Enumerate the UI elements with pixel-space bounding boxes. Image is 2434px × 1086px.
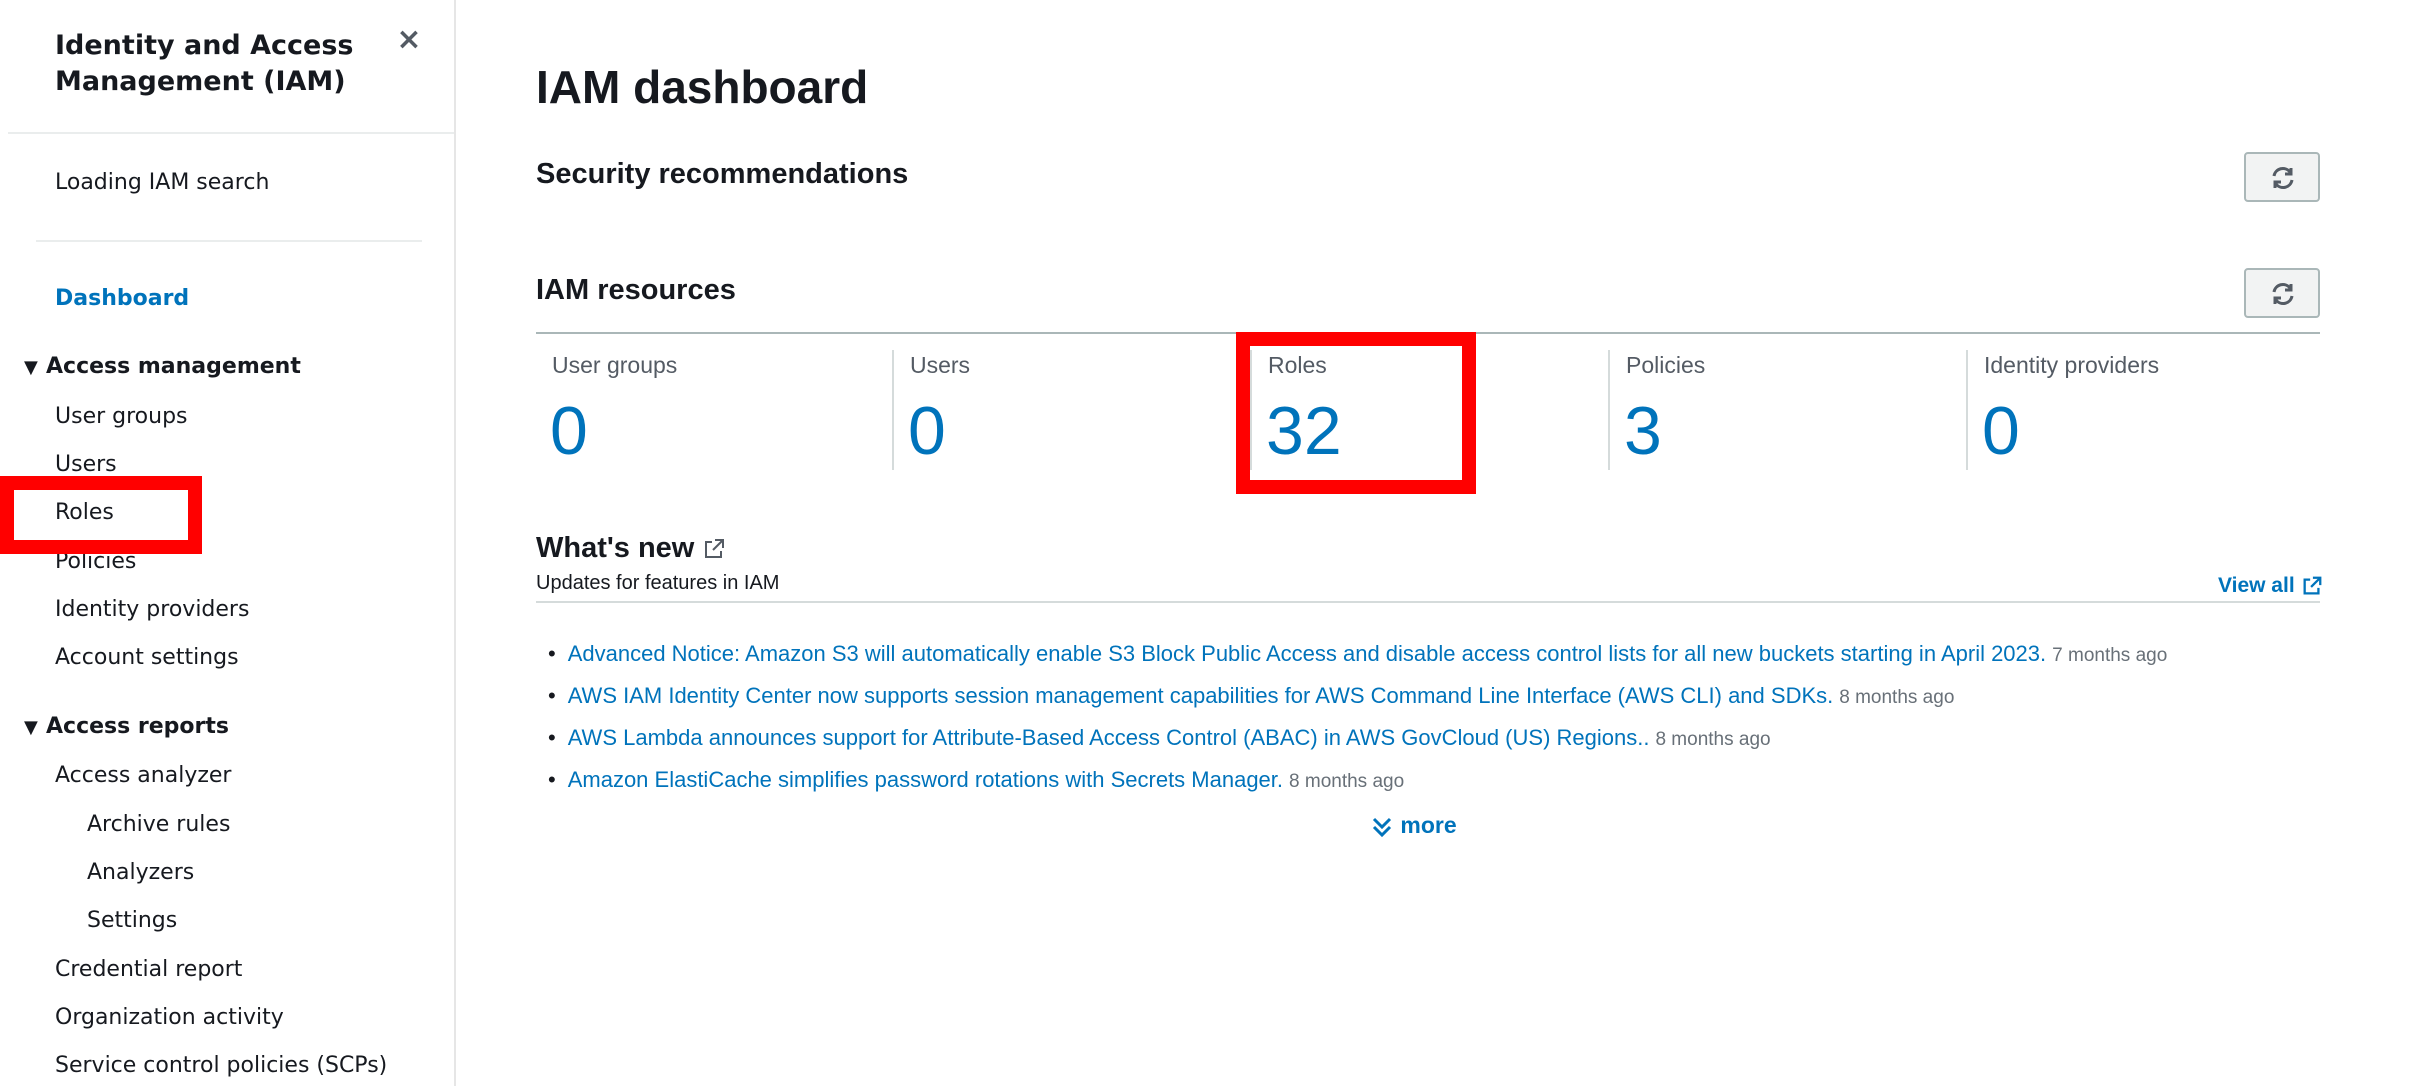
news-item: • Advanced Notice: Amazon S3 will automat…	[548, 641, 2167, 667]
page-title: IAM dashboard	[536, 61, 869, 113]
highlight-box-roles-card	[1236, 332, 1476, 494]
sidebar-item-user-groups[interactable]: User groups	[55, 404, 188, 429]
resource-label: Policies	[1626, 352, 1706, 378]
external-link-icon	[2303, 577, 2321, 595]
resource-label: Identity providers	[1984, 352, 2160, 378]
bullet: •	[548, 683, 556, 708]
security-recommendations-heading: Security recommendations	[536, 158, 909, 190]
whats-new-title: What's new	[536, 532, 695, 564]
sidebar-section-access-management[interactable]: ▼ Access management	[24, 354, 301, 379]
sidebar-item-identity-providers[interactable]: Identity providers	[55, 597, 249, 622]
view-all-link[interactable]: View all	[2218, 574, 2323, 598]
whats-new-divider	[536, 601, 2320, 603]
more-label: more	[1400, 812, 1457, 838]
sidebar-item-organization-activity[interactable]: Organization activity	[55, 1005, 284, 1030]
sidebar-item-archive-rules[interactable]: Archive rules	[87, 812, 230, 837]
resource-count-link[interactable]: 0	[1982, 392, 2020, 470]
resource-label: User groups	[552, 352, 678, 378]
sidebar-item-users[interactable]: Users	[55, 452, 117, 477]
news-age: 8 months ago	[1655, 729, 1771, 750]
news-link[interactable]: Advanced Notice: Amazon S3 will automati…	[568, 641, 2046, 666]
whats-new-heading[interactable]: What's new	[536, 532, 726, 565]
news-age: 8 months ago	[1839, 687, 1955, 708]
news-item: • Amazon ElastiCache simplifies password …	[548, 767, 1404, 793]
news-item: • AWS Lambda announces support for Attrib…	[548, 725, 1771, 751]
refresh-icon	[2272, 167, 2294, 189]
iam-resources-heading: IAM resources	[536, 274, 736, 306]
sidebar-item-scps[interactable]: Service control policies (SCPs)	[55, 1053, 387, 1078]
resource-count-link[interactable]: 0	[550, 392, 588, 470]
more-button[interactable]: more	[1370, 812, 1457, 839]
resource-card-user-groups: User groups 0	[536, 350, 892, 470]
refresh-resources-button[interactable]	[2244, 268, 2320, 318]
news-age: 7 months ago	[2052, 645, 2168, 666]
refresh-icon	[2272, 283, 2294, 305]
refresh-security-button[interactable]	[2244, 152, 2320, 202]
resource-card-users: Users 0	[894, 350, 1250, 470]
news-item: • AWS IAM Identity Center now supports se…	[548, 683, 1954, 709]
sidebar-divider	[8, 132, 454, 134]
view-all-label: View all	[2218, 574, 2295, 597]
caret-down-icon: ▼	[24, 357, 38, 378]
resource-count-link[interactable]: 0	[908, 392, 946, 470]
highlight-box-roles-nav	[0, 476, 202, 554]
news-age: 8 months ago	[1289, 771, 1405, 792]
resource-label: Users	[910, 352, 971, 378]
bullet: •	[548, 725, 556, 750]
iam-search-loading[interactable]: Loading IAM search	[55, 170, 269, 195]
double-chevron-down-icon	[1372, 817, 1392, 838]
resource-card-policies: Policies 3	[1610, 350, 1966, 470]
news-link[interactable]: AWS Lambda announces support for Attribu…	[568, 725, 1650, 750]
sidebar-item-analyzers[interactable]: Analyzers	[87, 860, 194, 885]
section-label: Access reports	[46, 714, 229, 739]
news-link[interactable]: AWS IAM Identity Center now supports ses…	[568, 683, 1834, 708]
whats-new-subtitle: Updates for features in IAM	[536, 572, 780, 594]
sidebar-item-settings[interactable]: Settings	[87, 908, 177, 933]
bullet: •	[548, 767, 556, 792]
close-icon[interactable]: ×	[395, 25, 423, 55]
sidebar-title: Identity and Access Management (IAM)	[55, 30, 354, 97]
sidebar-divider	[36, 240, 422, 242]
resource-count-link[interactable]: 3	[1624, 392, 1662, 470]
sidebar-item-dashboard[interactable]: Dashboard	[55, 286, 189, 311]
sidebar-item-credential-report[interactable]: Credential report	[55, 957, 242, 982]
caret-down-icon: ▼	[24, 717, 38, 738]
bullet: •	[548, 641, 556, 666]
external-link-icon	[705, 539, 725, 559]
news-link[interactable]: Amazon ElastiCache simplifies password r…	[568, 767, 1283, 792]
sidebar-item-access-analyzer[interactable]: Access analyzer	[55, 763, 231, 788]
sidebar-section-access-reports[interactable]: ▼ Access reports	[24, 714, 229, 739]
sidebar-item-account-settings[interactable]: Account settings	[55, 645, 239, 670]
section-label: Access management	[46, 354, 301, 379]
resource-card-identity-providers: Identity providers 0	[1968, 350, 2320, 470]
